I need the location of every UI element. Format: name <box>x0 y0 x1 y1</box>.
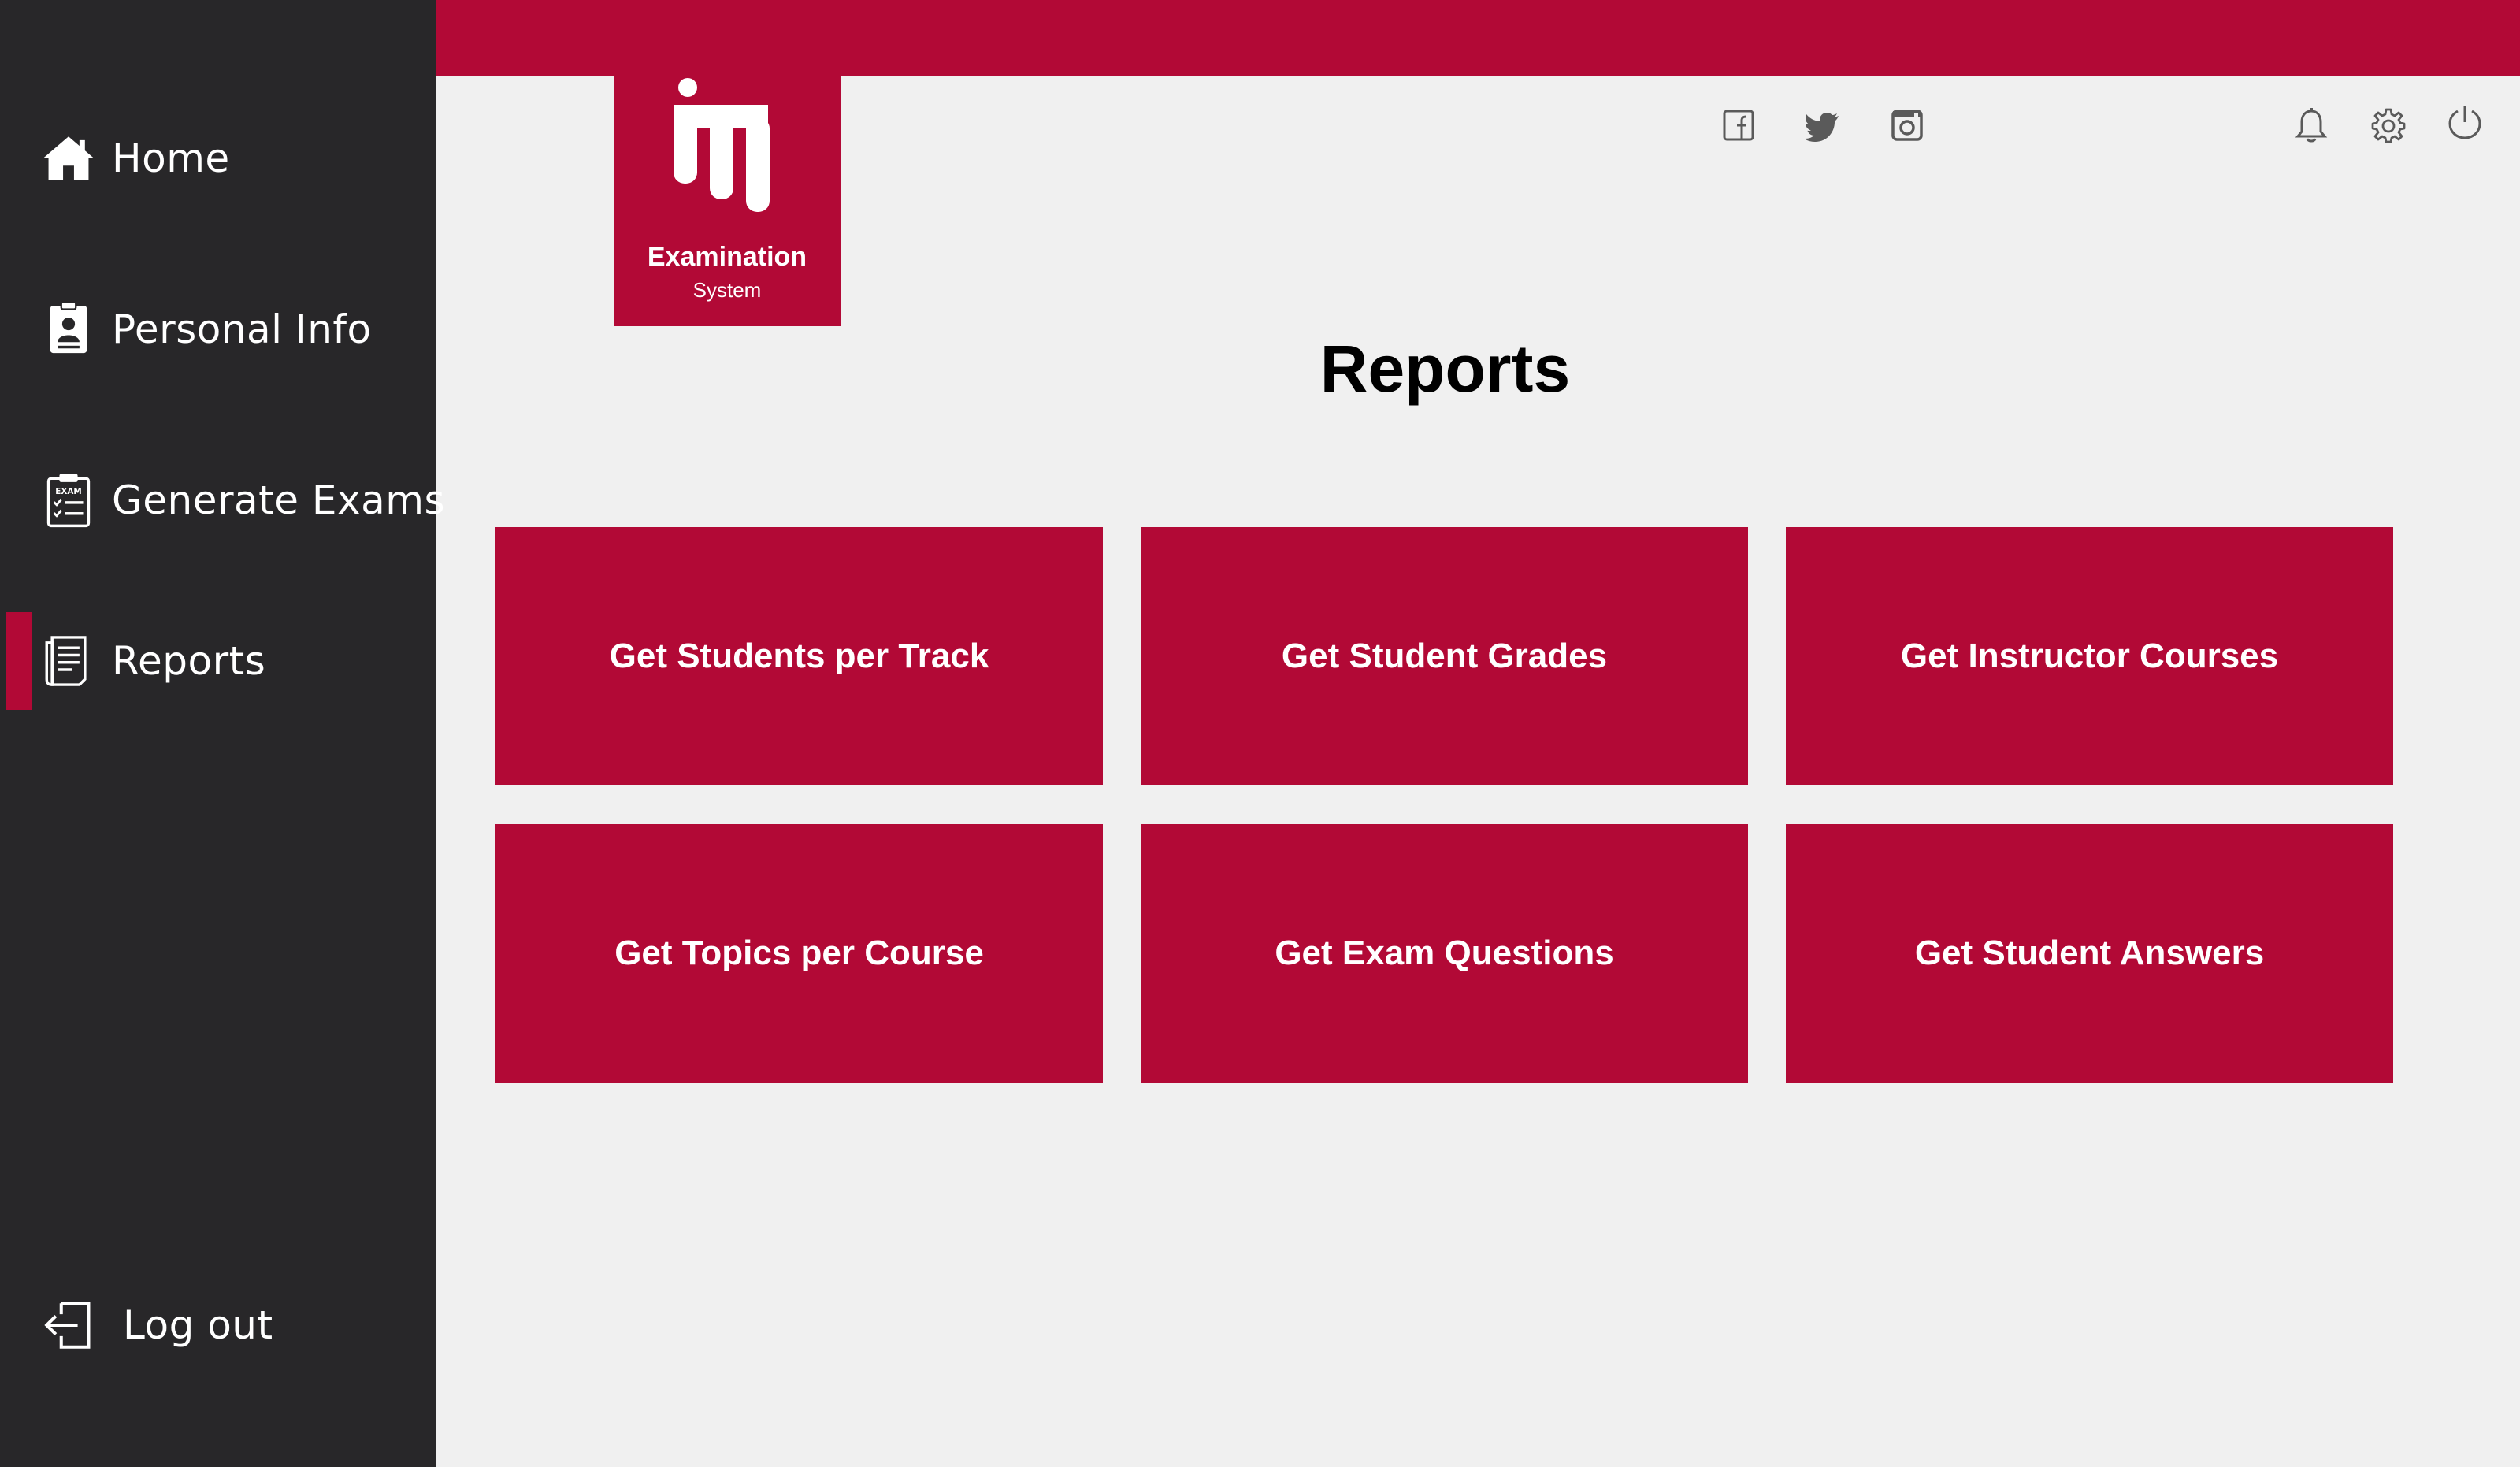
logo: Examination System <box>614 76 841 326</box>
sidebar-item-label: Home <box>112 136 230 181</box>
sidebar-item-label: Reports <box>112 638 266 684</box>
sidebar-item-personal-info[interactable]: Personal Info <box>0 280 436 378</box>
gear-icon <box>2371 108 2406 143</box>
home-icon <box>39 129 98 188</box>
logout-icon <box>39 1296 98 1354</box>
tile-exam-questions[interactable]: Get Exam Questions <box>1141 824 1748 1083</box>
tile-label: Get Topics per Course <box>614 934 984 972</box>
id-card-icon <box>39 300 98 358</box>
sidebar-item-label: Personal Info <box>112 306 372 352</box>
report-document-icon <box>39 632 98 690</box>
sidebar-item-generate-exams[interactable]: EXAM Generate Exams <box>0 451 445 549</box>
sidebar-item-reports[interactable]: Reports <box>0 612 436 710</box>
tile-label: Get Student Answers <box>1914 934 2265 972</box>
iti-logo-mark <box>674 78 770 212</box>
instagram-link[interactable] <box>1884 102 1930 148</box>
tile-student-answers[interactable]: Get Student Answers <box>1786 824 2393 1083</box>
instagram-icon <box>1891 110 1923 141</box>
tile-label: Get Student Grades <box>1281 637 1608 675</box>
facebook-link[interactable] <box>1716 102 1761 148</box>
logo-title: Examination <box>647 242 807 272</box>
tile-instructor-courses[interactable]: Get Instructor Courses <box>1786 527 2393 785</box>
logo-subtitle: System <box>692 278 762 302</box>
power-button[interactable] <box>2442 99 2488 145</box>
logout-button[interactable]: Log out <box>0 1276 436 1374</box>
tile-student-grades[interactable]: Get Student Grades <box>1141 527 1748 785</box>
twitter-link[interactable] <box>1800 102 1846 148</box>
power-icon <box>2448 106 2481 139</box>
settings-button[interactable] <box>2366 102 2411 148</box>
tile-label: Get Exam Questions <box>1275 934 1614 972</box>
svg-text:EXAM: EXAM <box>55 487 82 496</box>
sidebar-item-label: Generate Exams <box>112 477 445 523</box>
tile-label: Get Instructor Courses <box>1900 637 2279 675</box>
twitter-icon <box>1804 113 1839 142</box>
logout-label: Log out <box>123 1302 273 1348</box>
sidebar-item-home[interactable]: Home <box>0 110 436 207</box>
tile-students-per-track[interactable]: Get Students per Track <box>495 527 1103 785</box>
tile-label: Get Students per Track <box>609 637 989 675</box>
page-title: Reports <box>1319 332 1571 406</box>
notifications-button[interactable] <box>2288 102 2334 148</box>
exam-clipboard-icon: EXAM <box>39 471 98 529</box>
bell-icon <box>2295 108 2328 143</box>
tile-topics-per-course[interactable]: Get Topics per Course <box>495 824 1103 1083</box>
sidebar: Home Personal Info EXAM Generate Exams R… <box>0 0 445 1467</box>
facebook-icon <box>1723 110 1754 141</box>
